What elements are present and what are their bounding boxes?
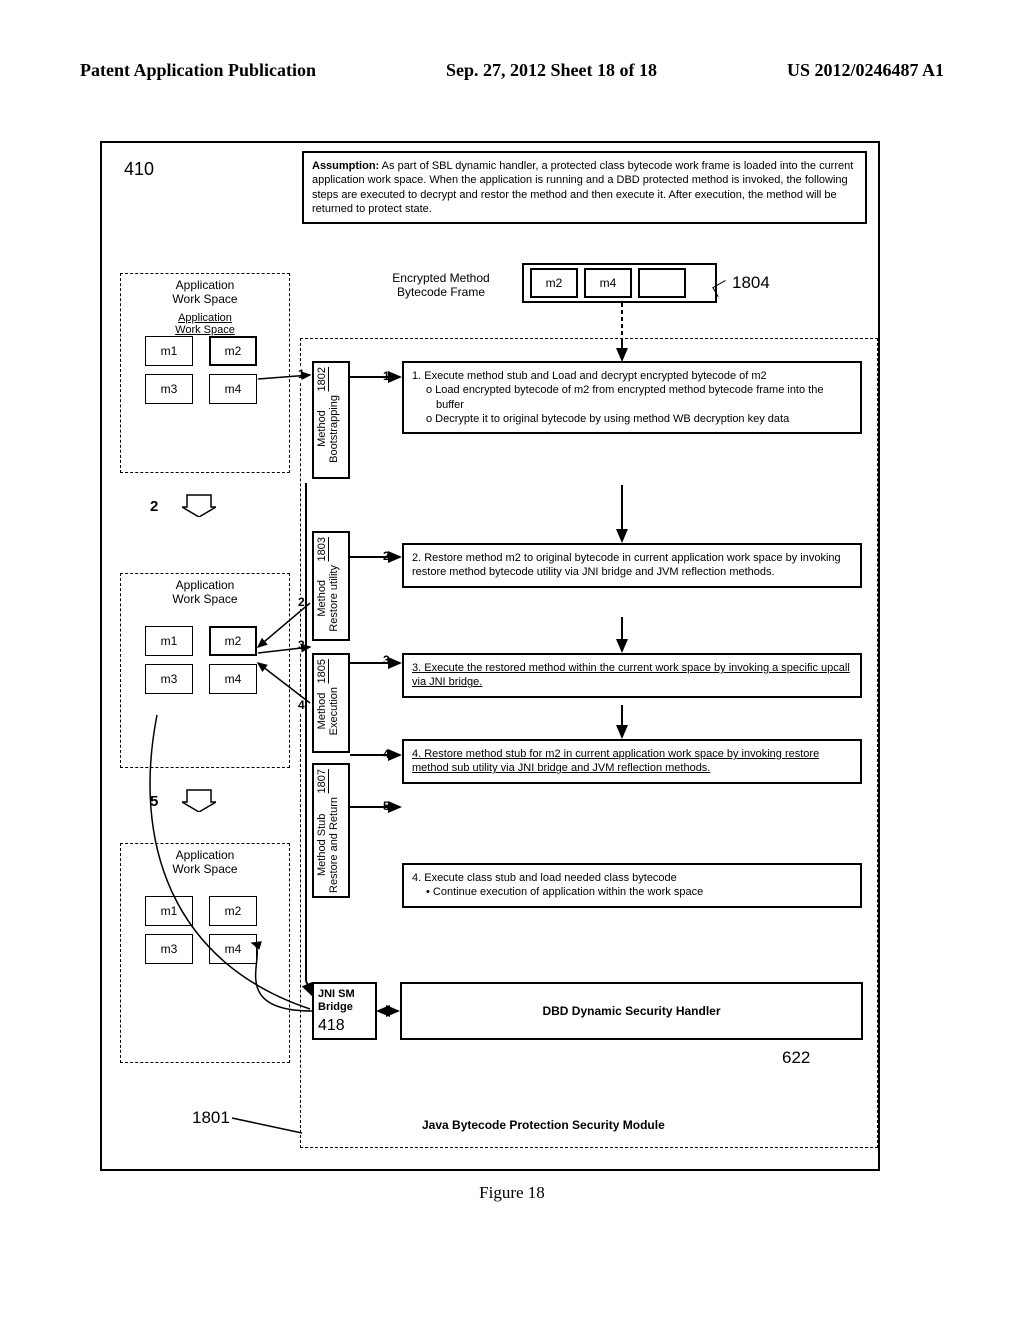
- step-2-box: 2. Restore method m2 to original bytecod…: [402, 543, 862, 588]
- security-module-title: Java Bytecode Protection Security Module: [422, 1118, 665, 1132]
- figure-caption: Figure 18: [80, 1183, 944, 1203]
- ref-1803: 1803: [314, 533, 330, 561]
- jni-l2: Bridge: [318, 1001, 371, 1014]
- step-4-text: 4. Restore method stub for m2 in current…: [412, 748, 819, 774]
- workspace-group-1: Application Work Space Application Work …: [120, 273, 290, 473]
- cell-m4: m4: [209, 934, 257, 964]
- assumption-label: Assumption:: [312, 160, 379, 172]
- step-5-box: 4. Execute class stub and load needed cl…: [402, 863, 862, 908]
- workspace-group-2: Application Work Space m1 m2 m3 m4: [120, 573, 290, 768]
- ref-1804: 1804: [732, 273, 770, 293]
- cell-m2: m2: [209, 896, 257, 926]
- assumption-box: Assumption: As part of SBL dynamic handl…: [302, 151, 867, 224]
- step-5-head: 4. Execute class stub and load needed cl…: [412, 871, 852, 885]
- cell-m1: m1: [145, 626, 193, 656]
- encrypted-bytecode-frame: m2 m4: [522, 263, 717, 303]
- step-1-head: 1. Execute method stub and Load and decr…: [412, 369, 852, 383]
- cell-m3: m3: [145, 934, 193, 964]
- ref-418: 418: [318, 1016, 371, 1035]
- step-3-box: 3. Execute the restored method within th…: [402, 653, 862, 698]
- arrow-tag-2a: 2: [382, 549, 391, 563]
- proc-bootstrapping: 1802 Method Bootstrapping: [312, 361, 350, 479]
- proc-stub-restore: 1807 Method Stub Restore and Return: [312, 763, 350, 898]
- workspace-subtitle: Application Work Space: [121, 312, 289, 336]
- proc-restore-utility: 1803 Method Restore utility: [312, 531, 350, 641]
- proc-label: Method Restore utility: [314, 561, 342, 636]
- step-5-bullet-1: • Continue execution of application with…: [426, 885, 852, 899]
- jni-l1: JNI SM: [318, 988, 371, 1001]
- page-header: Patent Application Publication Sep. 27, …: [80, 60, 944, 81]
- arrow-tag-1b: 1: [297, 367, 306, 381]
- workspace-title: Application Work Space: [121, 574, 289, 608]
- assumption-text: As part of SBL dynamic handler, a protec…: [312, 160, 853, 215]
- enc-cell-m2: m2: [530, 268, 578, 298]
- step-3-text: 3. Execute the restored method within th…: [412, 662, 850, 688]
- proc-execution: 1805 Method Execution: [312, 653, 350, 753]
- arrow-tag-1a: 1: [382, 369, 391, 383]
- step-1-bullet-1: o Load encrypted bytecode of m2 from enc…: [426, 383, 852, 412]
- step-1-bullet-2: o Decrypte it to original bytecode by us…: [426, 412, 852, 426]
- transition-arrow-5: [182, 788, 216, 812]
- transition-arrow-2: [182, 493, 216, 517]
- transition-label-5: 5: [150, 793, 158, 810]
- ref-1807: 1807: [314, 765, 330, 793]
- workspace-title: Application Work Space: [121, 274, 289, 308]
- cell-m4: m4: [209, 664, 257, 694]
- cell-m1: m1: [145, 336, 193, 366]
- step-4-box: 4. Restore method stub for m2 in current…: [402, 739, 862, 784]
- ref-1805: 1805: [314, 655, 330, 683]
- arrow-tag-2b: 2: [297, 595, 306, 609]
- cell-m3: m3: [145, 374, 193, 404]
- proc-label: Method Execution: [314, 683, 342, 739]
- encrypted-bytecode-label: Encrypted Method Bytecode Frame: [367, 271, 515, 299]
- cell-m2: m2: [209, 626, 257, 656]
- transition-label-2: 2: [150, 498, 158, 515]
- dbd-handler-box: DBD Dynamic Security Handler: [400, 982, 863, 1040]
- step-1-box: 1. Execute method stub and Load and decr…: [402, 361, 862, 434]
- workspace-grid-1: m1 m2 m3 m4: [145, 336, 265, 404]
- header-right: US 2012/0246487 A1: [787, 60, 944, 81]
- cell-m1: m1: [145, 896, 193, 926]
- arrow-tag-4a: 4: [382, 747, 391, 761]
- jni-bridge-box: JNI SM Bridge 418: [312, 982, 377, 1040]
- header-left: Patent Application Publication: [80, 60, 316, 81]
- workspace-grid-3: m1 m2 m3 m4: [145, 896, 265, 964]
- ref-1801: 1801: [192, 1108, 230, 1128]
- arrow-tag-4b: 4: [297, 698, 306, 712]
- arrow-tag-5: 5: [382, 799, 391, 813]
- workspace-title: Application Work Space: [121, 844, 289, 878]
- proc-label: Method Bootstrapping: [314, 391, 342, 467]
- enc-cell-m4: m4: [584, 268, 632, 298]
- header-mid: Sep. 27, 2012 Sheet 18 of 18: [446, 60, 657, 81]
- arrow-tag-3b: 3: [297, 638, 306, 652]
- cell-m3: m3: [145, 664, 193, 694]
- diagram-figure-18: 410 Assumption: As part of SBL dynamic h…: [100, 141, 880, 1171]
- cell-m2: m2: [209, 336, 257, 366]
- ref-1802: 1802: [314, 363, 330, 391]
- proc-label: Method Stub Restore and Return: [314, 793, 342, 897]
- workspace-grid-2: m1 m2 m3 m4: [145, 626, 265, 694]
- workspace-group-3: Application Work Space m1 m2 m3 m4: [120, 843, 290, 1063]
- arrow-tag-3a: 3: [382, 653, 391, 667]
- ref-410: 410: [124, 159, 154, 180]
- cell-m4: m4: [209, 374, 257, 404]
- ref-622: 622: [782, 1048, 810, 1068]
- enc-cell-empty: [638, 268, 686, 298]
